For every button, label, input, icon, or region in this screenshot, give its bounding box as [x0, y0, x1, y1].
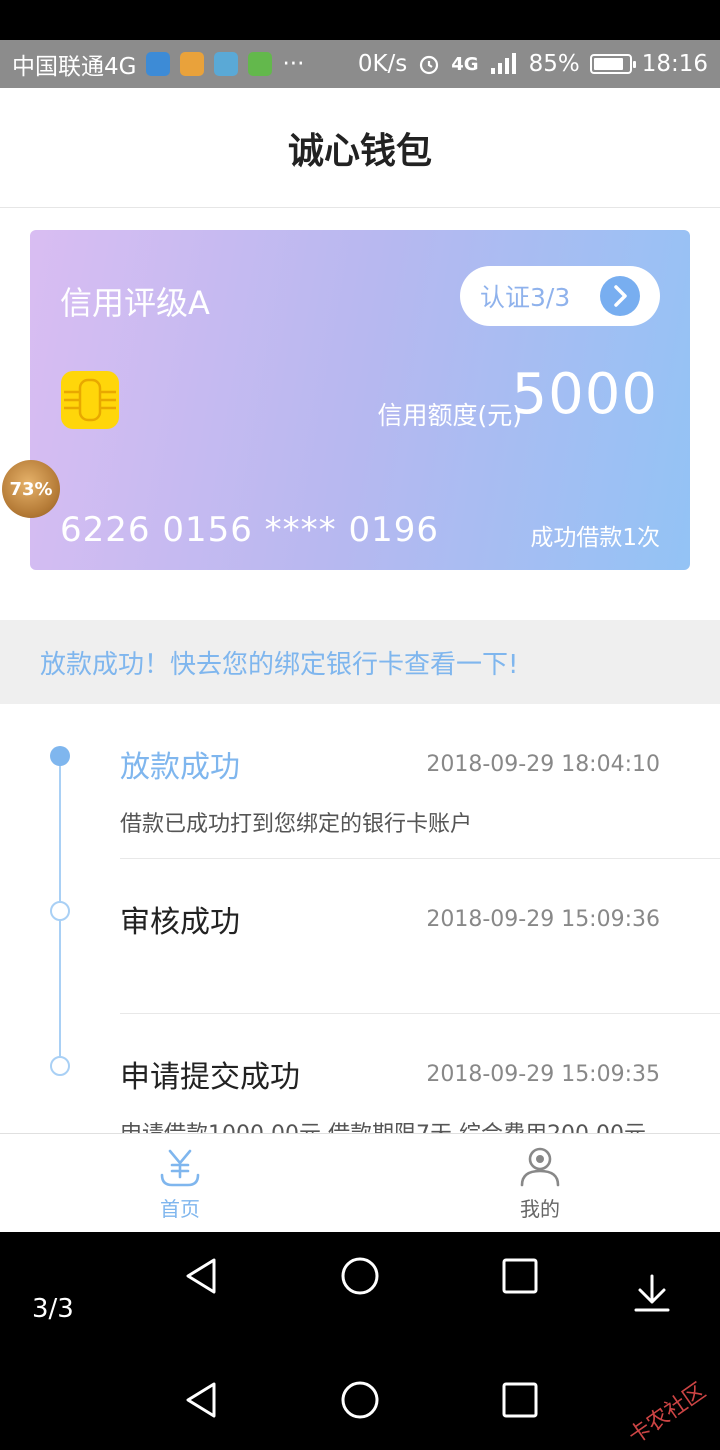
timeline-desc: 借款已成功打到您绑定的银行卡账户: [120, 812, 473, 837]
timeline-time: 2018-09-29 15:09:36: [426, 907, 660, 932]
download-icon[interactable]: [630, 1272, 674, 1316]
loan-timeline: 放款成功 2018-09-29 18:04:10 借款已成功打到您绑定的银行卡账…: [0, 704, 720, 1134]
recents-icon[interactable]: [500, 1256, 540, 1296]
home-icon[interactable]: [338, 1378, 382, 1422]
timeline-title: 审核成功: [120, 905, 240, 940]
top-black-bar: [0, 0, 720, 40]
wechat-notification-icon: [248, 52, 273, 76]
floating-progress-badge[interactable]: 73%: [2, 460, 60, 518]
home-icon[interactable]: [338, 1254, 382, 1298]
bottom-tab-bar: 首页 我的: [0, 1133, 720, 1232]
battery-icon: [589, 54, 636, 74]
browser-notification-icon: [180, 52, 205, 76]
credit-rating: 信用评级A: [60, 284, 210, 322]
tab-mine[interactable]: 我的: [360, 1134, 720, 1232]
tab-home[interactable]: 首页: [0, 1134, 360, 1232]
timeline-divider: [120, 1013, 720, 1014]
timeline-dot-icon: [50, 901, 70, 921]
card-chip-icon: [61, 371, 119, 429]
app-notification-icon: [146, 52, 171, 76]
loan-notice-text: 放款成功！快去您的绑定银行卡查看一下!: [40, 649, 519, 680]
tab-home-label: 首页: [160, 1196, 200, 1221]
card-number: 6226 0156 **** 0196: [60, 510, 440, 550]
carrier-label: 中国联通4G: [12, 54, 137, 80]
timeline-dot-active-icon: [50, 746, 70, 766]
timeline-title: 放款成功: [120, 750, 240, 785]
floating-progress-label: 73%: [9, 478, 53, 500]
timeline-desc: 申请借款1000.00元,借款期限7天,综合费用200.00元: [120, 1116, 646, 1134]
back-icon[interactable]: [180, 1254, 224, 1298]
timeline-title: 申请提交成功: [120, 1060, 300, 1095]
credit-card: 信用评级A 认证3/3 信用额度(元) 5000 6226 0156 **** …: [30, 230, 690, 570]
borrow-count: 成功借款1次: [530, 525, 660, 551]
timeline-dot-icon: [50, 1056, 70, 1076]
credit-limit-value: 5000: [511, 362, 658, 427]
tab-mine-label: 我的: [520, 1196, 560, 1221]
watermark-logo: 卡农社区: [624, 1378, 711, 1450]
page-indicator: 3/3: [32, 1294, 74, 1324]
back-icon[interactable]: [180, 1378, 224, 1422]
status-bar: 中国联通4G ··· 0K/s 4G 85% 18:16: [0, 40, 720, 88]
network-type: 4G: [451, 53, 479, 75]
yuan-home-icon: [160, 1149, 200, 1186]
timeline-time: 2018-09-29 18:04:10: [426, 752, 660, 777]
signal-icon: [490, 53, 516, 74]
chevron-right-icon: [600, 276, 640, 316]
battery-percent: 85%: [528, 51, 580, 77]
network-speed: 0K/s: [357, 51, 408, 77]
auth-progress-label: 认证3/3: [480, 283, 571, 312]
alarm-icon: [420, 55, 439, 75]
clock: 18:16: [641, 51, 708, 77]
loan-notice-banner: 放款成功！快去您的绑定银行卡查看一下!: [0, 620, 720, 704]
recents-icon[interactable]: [500, 1380, 540, 1420]
app-screen: 诚心钱包 信用评级A 认证3/3 信用额度(元) 5000 6226 0156 …: [0, 88, 720, 1232]
user-profile-icon: [520, 1147, 560, 1186]
more-notifications-icon: ···: [282, 51, 305, 77]
cloud-notification-icon: [214, 52, 239, 76]
timeline-time: 2018-09-29 15:09:35: [426, 1062, 660, 1087]
timeline-divider: [120, 858, 720, 859]
page-title: 诚心钱包: [287, 130, 432, 172]
credit-limit-label: 信用额度(元): [377, 401, 522, 430]
system-navigation-area: 3/3 卡农社区: [0, 1232, 720, 1450]
auth-progress-button[interactable]: 认证3/3: [460, 266, 660, 326]
title-bar: 诚心钱包: [0, 88, 720, 208]
